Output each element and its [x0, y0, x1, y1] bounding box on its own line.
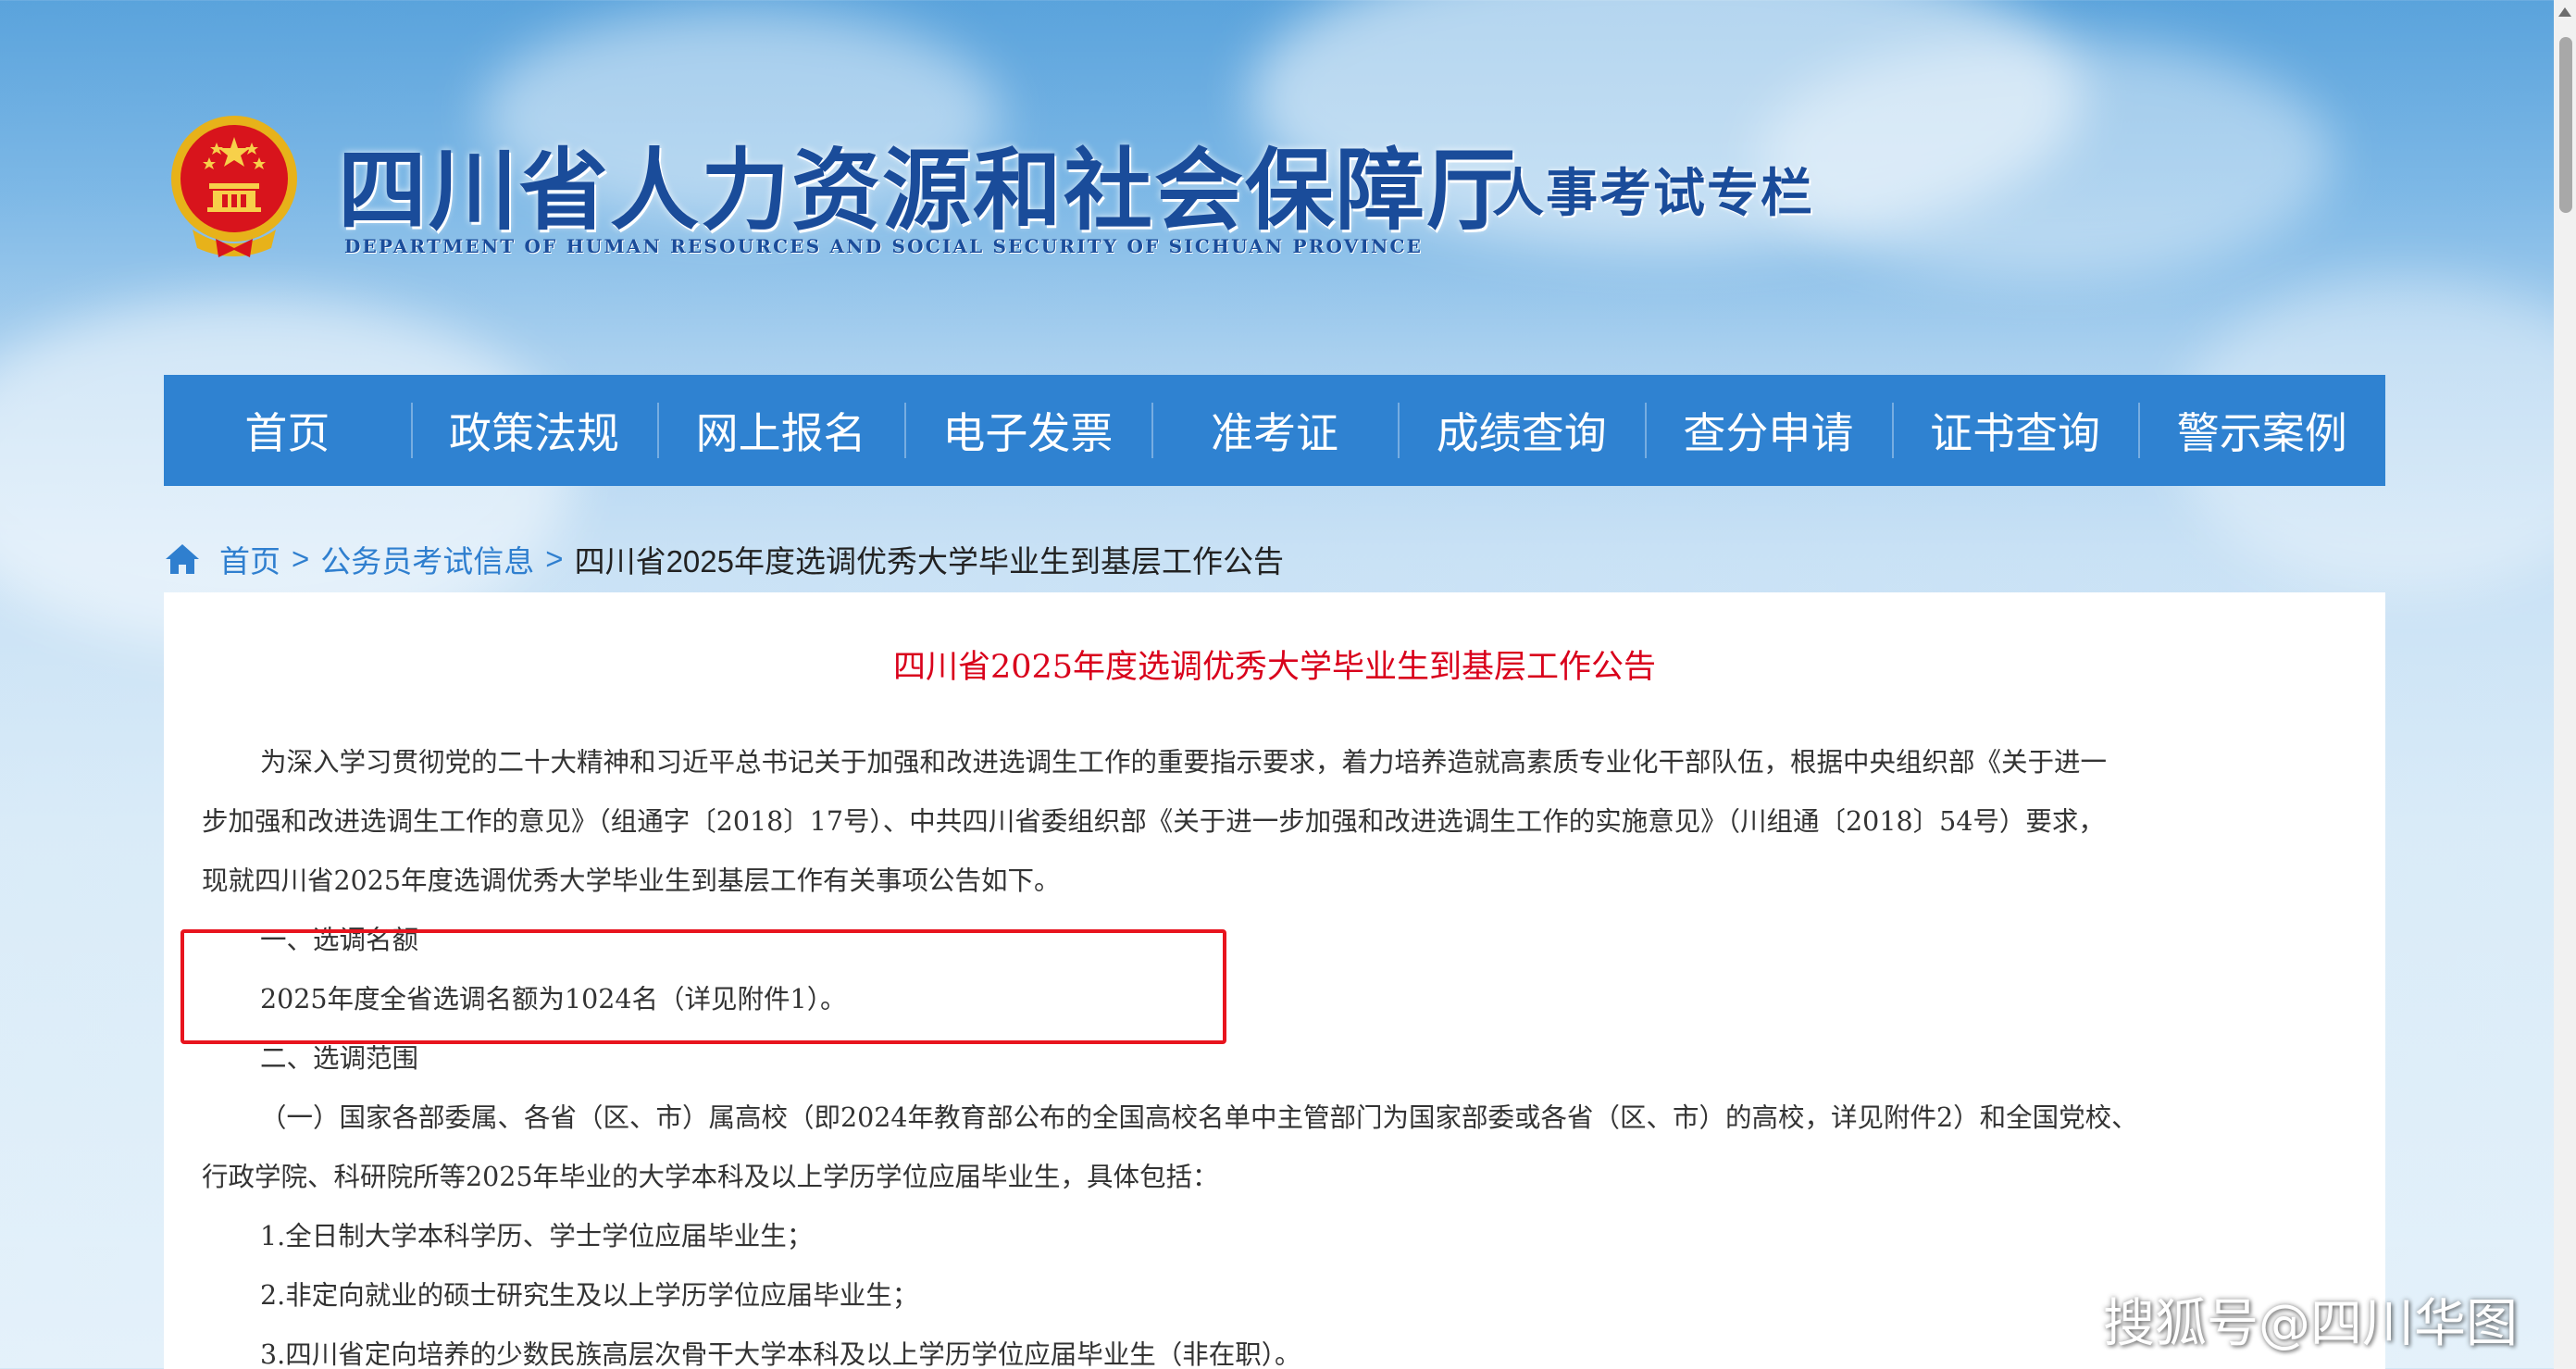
scroll-up-icon[interactable] [2558, 7, 2571, 17]
article-title: 四川省2025年度选调优秀大学毕业生到基层工作公告 [892, 649, 1657, 686]
article-paragraph-line: （一）国家各部委属、各省（区、市）属高校（即2024年教育部公布的全国高校名单中… [260, 1102, 2138, 1133]
nav-item-admission-ticket[interactable]: 准考证 [1151, 375, 1399, 486]
nav-item-warning-cases[interactable]: 警示案例 [2138, 375, 2385, 486]
nav-item-score-review[interactable]: 查分申请 [1645, 375, 1892, 486]
watermark: 搜狐号@四川华图 [2103, 1294, 2518, 1354]
national-emblem-icon [171, 116, 297, 257]
scrollbar-thumb[interactable] [2559, 37, 2572, 213]
article-paragraph-line: 为深入学习贯彻党的二十大精神和习近平总书记关于加强和改进选调生工作的重要指示要求… [260, 747, 2108, 778]
article-list-item: 1.全日制大学本科学历、学士学位应届毕业生； [260, 1221, 814, 1251]
home-icon[interactable] [164, 541, 201, 578]
nav-item-online-registration[interactable]: 网上报名 [657, 375, 904, 486]
site-subtitle: DEPARTMENT OF HUMAN RESOURCES AND SOCIAL… [344, 235, 1424, 257]
highlight-annotation-box [180, 929, 1226, 1044]
article-list-item: 2.非定向就业的硕士研究生及以上学历学位应届毕业生； [260, 1280, 919, 1311]
article-paragraph-line: 步加强和改进选调生工作的意见》（组通字〔2018〕17号）、中共四川省委组织部《… [202, 806, 2105, 837]
site-title: 四川省人力资源和社会保障厅 [338, 138, 1517, 243]
article-paragraph-line: 现就四川省2025年度选调优秀大学毕业生到基层工作有关事项公告如下。 [202, 865, 1061, 896]
breadcrumb-current: 四川省2025年度选调优秀大学毕业生到基层工作公告 [574, 544, 1284, 579]
nav-item-home[interactable]: 首页 [164, 375, 411, 486]
nav-item-policies[interactable]: 政策法规 [410, 375, 658, 486]
article-list-item: 3.四川省定向培养的少数民族高层次骨干大学本科及以上学历学位应届毕业生（非在职）… [260, 1339, 1301, 1369]
nav-item-score-query[interactable]: 成绩查询 [1398, 375, 1645, 486]
breadcrumb-separator: > [545, 541, 564, 576]
article-paragraph-line: 行政学院、科研院所等2025年毕业的大学本科及以上学历学位应届毕业生，具体包括： [202, 1162, 1219, 1192]
background-cloud [1759, 37, 2333, 278]
nav-item-e-invoice[interactable]: 电子发票 [904, 375, 1151, 486]
breadcrumb: 首页 > 公务员考试信息 > 四川省2025年度选调优秀大学毕业生到基层工作公告 [164, 531, 1284, 587]
breadcrumb-home-link[interactable]: 首页 [219, 537, 280, 581]
scrollbar[interactable] [2554, 0, 2576, 1369]
main-nav: 首页 政策法规 网上报名 电子发票 准考证 成绩查询 查分申请 证书查询 警示案… [164, 375, 2385, 486]
breadcrumb-separator: > [292, 541, 310, 576]
nav-item-certificate-query[interactable]: 证书查询 [1891, 375, 2139, 486]
column-title: 人事考试专栏 [1492, 163, 1814, 224]
breadcrumb-category-link[interactable]: 公务员考试信息 [320, 537, 534, 581]
